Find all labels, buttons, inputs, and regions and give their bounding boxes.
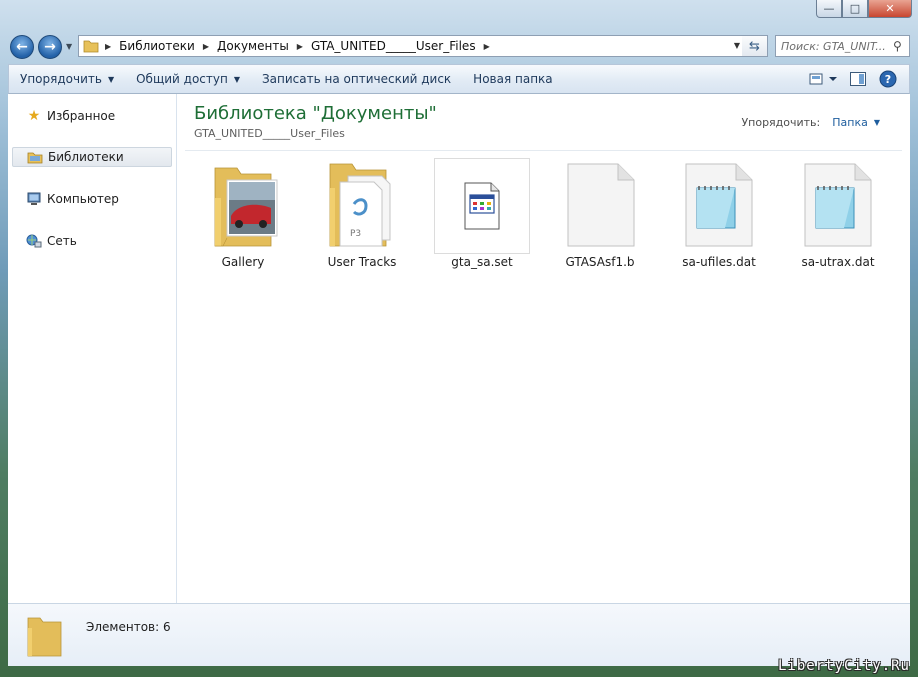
navigation-pane: ★ Избранное Библиотеки Компьютер Сеть	[8, 94, 177, 604]
command-bar: Упорядочить ▼ Общий доступ ▼ Записать на о…	[8, 64, 910, 94]
notepad-file-icon	[788, 158, 888, 254]
address-bar[interactable]: ▶ Библиотеки ▶ Документы ▶ GTA_UNITED___…	[78, 35, 746, 57]
help-icon: ?	[879, 70, 897, 88]
network-icon	[26, 233, 42, 249]
window-controls: — □ ✕	[816, 0, 912, 20]
folder-photos-icon	[193, 158, 293, 254]
recent-pages-dropdown-icon[interactable]: ▼	[66, 42, 72, 51]
library-title: Библиотека "Документы"	[194, 103, 437, 124]
nav-item-favorites[interactable]: ★ Избранное	[12, 106, 172, 126]
nav-item-label: Сеть	[47, 234, 77, 248]
notepad-file-icon	[669, 158, 769, 254]
folder-documents-icon: P3	[312, 158, 412, 254]
divider	[185, 150, 902, 151]
file-name: Gallery	[221, 255, 265, 269]
view-controls: ?	[805, 65, 903, 93]
file-item-sa-ufiles-dat[interactable]: sa-ufiles.dat	[669, 158, 769, 276]
breadcrumb-documents[interactable]: Документы	[215, 39, 291, 53]
organize-label: Упорядочить	[20, 72, 102, 86]
address-row: ← → ▼ ▶ Библиотеки ▶ Документы ▶ GTA_UNI…	[8, 32, 910, 60]
nav-item-computer[interactable]: Компьютер	[12, 189, 172, 209]
maximize-button[interactable]: □	[842, 0, 868, 18]
library-subtitle: GTA_UNITED_____User_Files	[194, 127, 345, 140]
file-item-sa-utrax-dat[interactable]: sa-utrax.dat	[788, 158, 888, 276]
nav-item-network[interactable]: Сеть	[12, 231, 172, 251]
file-item-gta-sa-set[interactable]: gta_sa.set	[432, 158, 532, 276]
chevron-down-icon[interactable]: ▼	[874, 118, 880, 127]
arrange-value-dropdown[interactable]: Папка	[832, 116, 868, 129]
breadcrumb-arrow-icon[interactable]: ▶	[203, 42, 209, 51]
file-name: sa-utrax.dat	[801, 255, 875, 269]
breadcrumb-arrow-icon[interactable]: ▶	[484, 42, 490, 51]
item-count: Элементов: 6	[86, 620, 171, 634]
app-file-icon	[434, 158, 530, 254]
watermark-logo: LibertyCity.Ru	[777, 658, 910, 674]
details-pane: Элементов: 6	[8, 603, 910, 666]
nav-item-label: Компьютер	[47, 192, 119, 206]
search-box: ⚲	[775, 35, 910, 57]
nav-item-label: Библиотеки	[48, 150, 124, 164]
blank-file-icon	[550, 158, 650, 254]
file-item-gallery[interactable]: Gallery	[193, 158, 293, 276]
file-item-user-tracks[interactable]: P3 User Tracks	[312, 158, 412, 276]
chevron-down-icon: ▼	[233, 74, 240, 84]
breadcrumb-arrow-icon[interactable]: ▶	[105, 42, 111, 51]
file-item-gtasasf1-b[interactable]: GTASAsf1.b	[550, 158, 650, 276]
address-history-dropdown-icon[interactable]: ▼	[734, 41, 740, 50]
file-name: User Tracks	[327, 255, 397, 269]
burn-label: Записать на оптический диск	[261, 72, 452, 86]
change-view-button[interactable]	[805, 68, 843, 90]
arrange-by: Упорядочить: Папка ▼	[741, 116, 880, 129]
folder-icon	[26, 614, 66, 661]
share-menu[interactable]: Общий доступ ▼	[125, 65, 251, 93]
new-folder-button[interactable]: Новая папка	[462, 65, 563, 93]
file-view: Библиотека "Документы" GTA_UNITED_____Us…	[177, 94, 910, 604]
file-name: GTASAsf1.b	[565, 255, 635, 269]
refresh-button[interactable]: ⇆	[742, 35, 768, 57]
view-icon	[809, 73, 837, 85]
breadcrumb-gta-united[interactable]: GTA_UNITED_____User_Files	[309, 39, 478, 53]
search-icon[interactable]: ⚲	[893, 39, 902, 53]
explorer-window: — □ ✕ ← → ▼ ▶ Библиотеки ▶ Документы ▶ G…	[0, 0, 918, 677]
computer-icon	[26, 191, 42, 207]
nav-item-label: Избранное	[47, 109, 116, 123]
preview-pane-icon	[850, 72, 866, 86]
forward-button[interactable]: →	[38, 35, 62, 59]
refresh-icon: ⇆	[749, 38, 760, 54]
chevron-down-icon: ▼	[107, 74, 115, 84]
explorer-content: ★ Избранное Библиотеки Компьютер Сеть Би…	[8, 94, 910, 666]
breadcrumb-arrow-icon[interactable]: ▶	[297, 42, 303, 51]
svg-text:P3: P3	[350, 229, 361, 239]
organize-menu[interactable]: Упорядочить ▼	[9, 65, 125, 93]
minimize-button[interactable]: —	[816, 0, 842, 18]
help-button[interactable]: ?	[873, 68, 903, 90]
file-name: sa-ufiles.dat	[682, 255, 756, 269]
file-name: gta_sa.set	[451, 255, 513, 269]
arrange-label: Упорядочить:	[741, 116, 821, 129]
nav-item-libraries[interactable]: Библиотеки	[12, 147, 172, 167]
close-button[interactable]: ✕	[868, 0, 912, 18]
preview-pane-button[interactable]	[843, 68, 873, 90]
star-icon: ★	[27, 108, 41, 124]
new-folder-label: Новая папка	[473, 72, 553, 86]
search-input[interactable]	[781, 39, 889, 53]
folder-icon	[83, 39, 99, 53]
libraries-icon	[27, 149, 43, 165]
back-button[interactable]: ←	[10, 35, 34, 59]
burn-button[interactable]: Записать на оптический диск	[251, 65, 462, 93]
share-label: Общий доступ	[136, 72, 228, 86]
breadcrumb-libraries[interactable]: Библиотеки	[117, 39, 197, 53]
svg-text:?: ?	[885, 73, 891, 86]
